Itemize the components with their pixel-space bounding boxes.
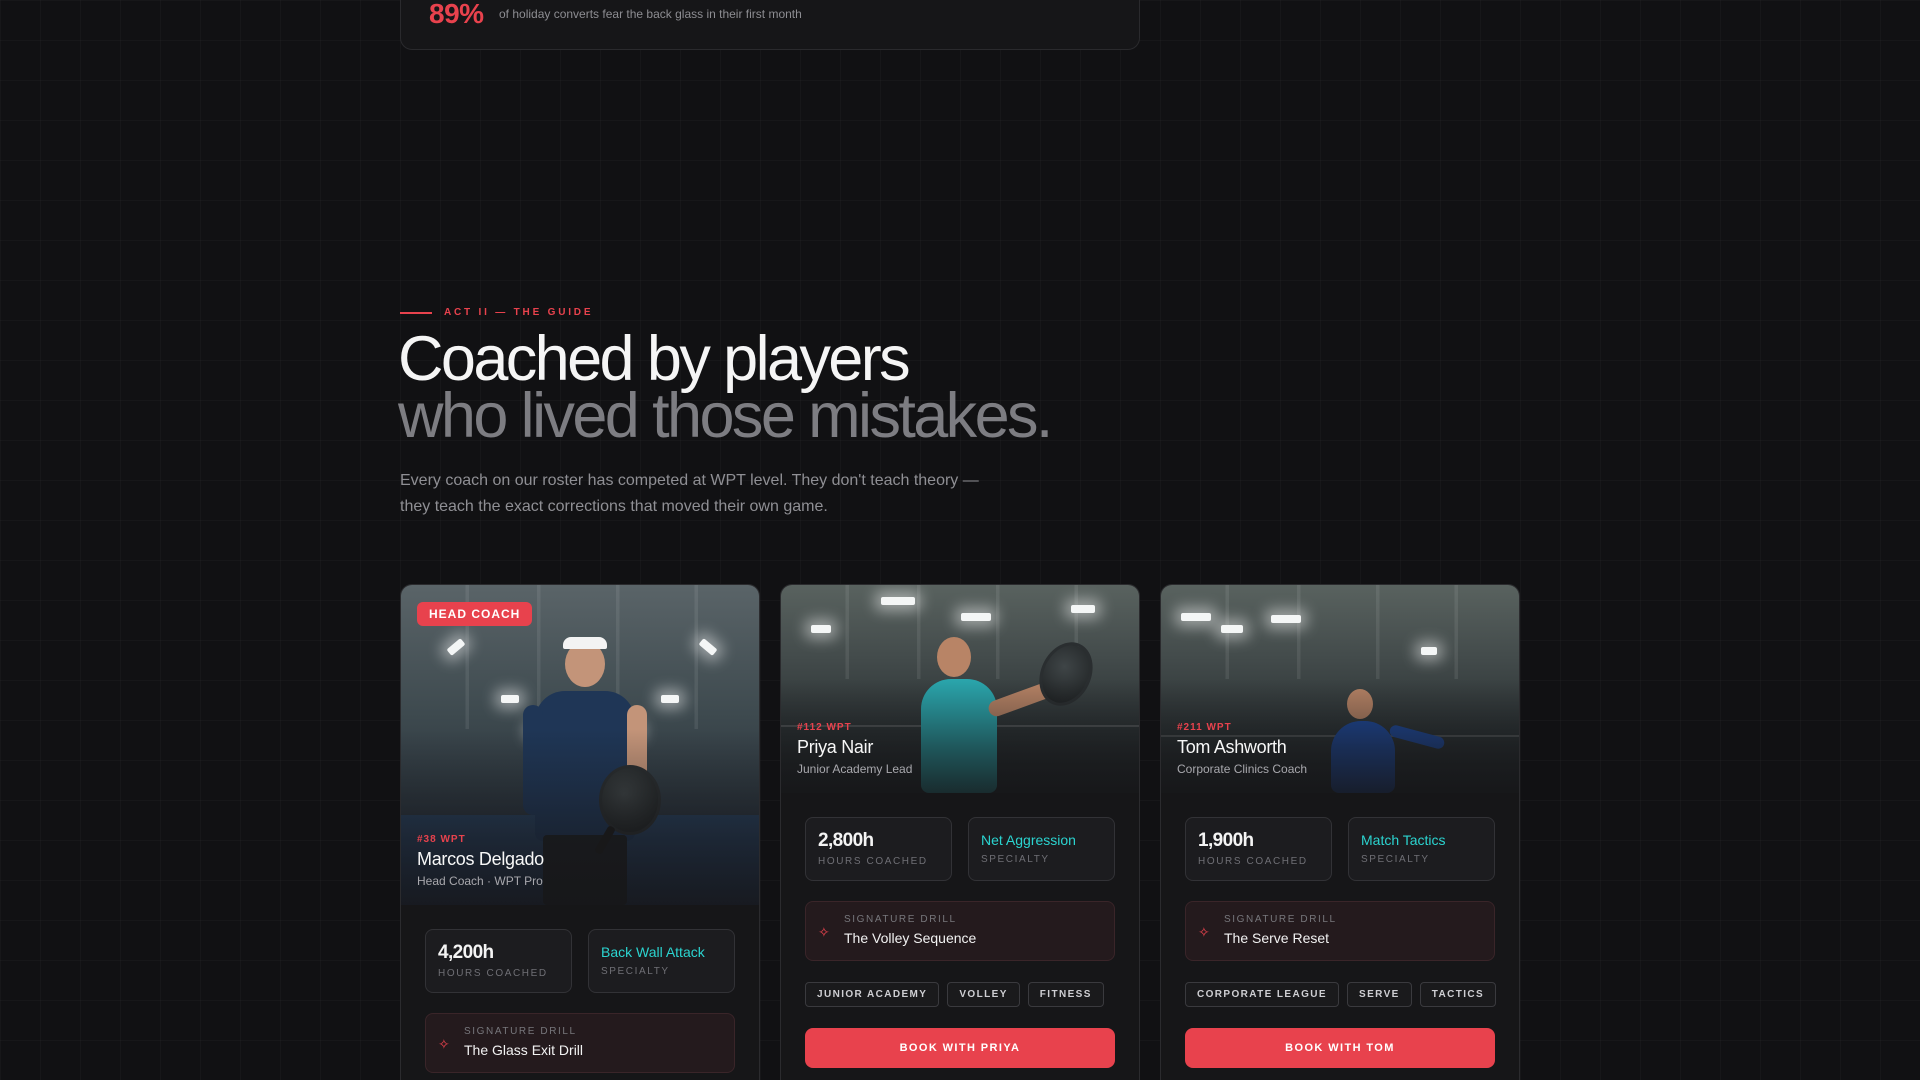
drill-value: The Glass Exit Drill: [464, 1042, 584, 1058]
coach-tags: JUNIOR ACADEMY VOLLEY FITNESS: [805, 982, 1104, 1007]
hours-value: 4,200h: [438, 942, 494, 963]
tag-corporate-league: CORPORATE LEAGUE: [1185, 982, 1339, 1007]
coach-role: Corporate Clinics Coach: [1177, 762, 1308, 776]
headline-line-2: who lived those mistakes.: [398, 381, 1053, 451]
specialty-stat: Net Aggression SPECIALTY: [968, 817, 1115, 881]
court-light: [661, 695, 679, 703]
eyebrow-rule: [400, 311, 432, 314]
coach-name: Tom Ashworth: [1177, 737, 1287, 757]
drill-label: SIGNATURE DRILL: [464, 1026, 577, 1037]
hours-stat: 1,900h HOURS COACHED: [1185, 817, 1332, 881]
sparkle-icon: ✧: [1198, 924, 1210, 940]
specialty-label: SPECIALTY: [601, 966, 670, 977]
coach-card-marcos: HEAD COACH #38 WPT Marcos Delgado Head C…: [400, 584, 760, 1080]
coach-stats: 4,200h HOURS COACHED Back Wall Attack SP…: [425, 929, 735, 993]
tag-junior-academy: JUNIOR ACADEMY: [805, 982, 940, 1007]
drill-value: The Serve Reset: [1224, 930, 1330, 946]
court-light: [961, 613, 991, 621]
coach-photo: #112 WPT Priya Nair Junior Academy Lead: [781, 585, 1139, 793]
coach-name: Marcos Delgado: [417, 849, 544, 869]
stat-banner-value: 89%: [429, 0, 484, 29]
tag-fitness: FITNESS: [1027, 982, 1104, 1007]
sparkle-icon: ✧: [438, 1036, 450, 1052]
court-light: [811, 625, 831, 633]
court-light: [1421, 647, 1437, 655]
hours-label: HOURS COACHED: [438, 968, 548, 979]
coach-tags: CORPORATE LEAGUE SERVE TACTICS: [1185, 982, 1497, 1007]
section-lede: Every coach on our roster has competed a…: [400, 472, 979, 515]
coach-card-priya: #112 WPT Priya Nair Junior Academy Lead …: [780, 584, 1140, 1080]
drill-value: The Volley Sequence: [844, 930, 977, 946]
book-with-priya-button[interactable]: BOOK WITH PRIYA: [805, 1028, 1115, 1068]
tag-volley: VOLLEY: [947, 982, 1020, 1007]
head-coach-badge: HEAD COACH: [417, 602, 533, 626]
book-with-tom-button[interactable]: BOOK WITH TOM: [1185, 1028, 1495, 1068]
specialty-value: Net Aggression: [981, 832, 1076, 848]
court-light: [1271, 615, 1301, 623]
drill-label: SIGNATURE DRILL: [1224, 914, 1337, 925]
court-light: [1221, 625, 1243, 633]
hours-value: 2,800h: [818, 830, 874, 851]
court-light: [1071, 605, 1095, 613]
coach-role: Head Coach · WPT Pro: [417, 874, 543, 888]
coach-card-tom: #211 WPT Tom Ashworth Corporate Clinics …: [1160, 584, 1520, 1080]
hours-label: HOURS COACHED: [818, 856, 928, 867]
specialty-value: Back Wall Attack: [601, 944, 705, 960]
coach-rank: #211 WPT: [1177, 722, 1232, 733]
tag-serve: SERVE: [1347, 982, 1412, 1007]
signature-drill: ✧ SIGNATURE DRILL The Volley Sequence: [805, 901, 1115, 961]
section-eyebrow: ACT II — THE GUIDE: [400, 307, 593, 318]
coach-photo: #211 WPT Tom Ashworth Corporate Clinics …: [1161, 585, 1519, 793]
court-light: [1181, 613, 1211, 621]
coach-rank: #38 WPT: [417, 834, 466, 845]
drill-label: SIGNATURE DRILL: [844, 914, 957, 925]
coach-stats: 2,800h HOURS COACHED Net Aggression SPEC…: [805, 817, 1115, 881]
court-light: [501, 695, 519, 703]
photo-roof: [1161, 585, 1519, 679]
signature-drill: ✧ SIGNATURE DRILL The Glass Exit Drill: [425, 1013, 735, 1073]
eyebrow-text: ACT II — THE GUIDE: [444, 307, 594, 318]
stat-banner: 89% of holiday converts fear the back gl…: [400, 0, 1140, 50]
hours-stat: 4,200h HOURS COACHED: [425, 929, 572, 993]
specialty-stat: Match Tactics SPECIALTY: [1348, 817, 1495, 881]
stat-banner-description: of holiday converts fear the back glass …: [499, 7, 802, 21]
section-headline: Coached by players who lived those mista…: [398, 324, 1053, 451]
coach-name: Priya Nair: [797, 737, 874, 757]
hours-label: HOURS COACHED: [1198, 856, 1308, 867]
signature-drill: ✧ SIGNATURE DRILL The Serve Reset: [1185, 901, 1495, 961]
specialty-label: SPECIALTY: [981, 854, 1050, 865]
specialty-label: SPECIALTY: [1361, 854, 1430, 865]
coach-rank: #112 WPT: [797, 722, 852, 733]
specialty-stat: Back Wall Attack SPECIALTY: [588, 929, 735, 993]
headline-line-1: Coached by players: [398, 324, 911, 394]
coach-stats: 1,900h HOURS COACHED Match Tactics SPECI…: [1185, 817, 1495, 881]
hours-value: 1,900h: [1198, 830, 1254, 851]
specialty-value: Match Tactics: [1361, 832, 1446, 848]
hours-stat: 2,800h HOURS COACHED: [805, 817, 952, 881]
sparkle-icon: ✧: [818, 924, 830, 940]
court-light: [881, 597, 915, 605]
coach-photo: HEAD COACH #38 WPT Marcos Delgado Head C…: [401, 585, 759, 905]
tag-tactics: TACTICS: [1419, 982, 1497, 1007]
coach-role: Junior Academy Lead: [797, 762, 913, 776]
